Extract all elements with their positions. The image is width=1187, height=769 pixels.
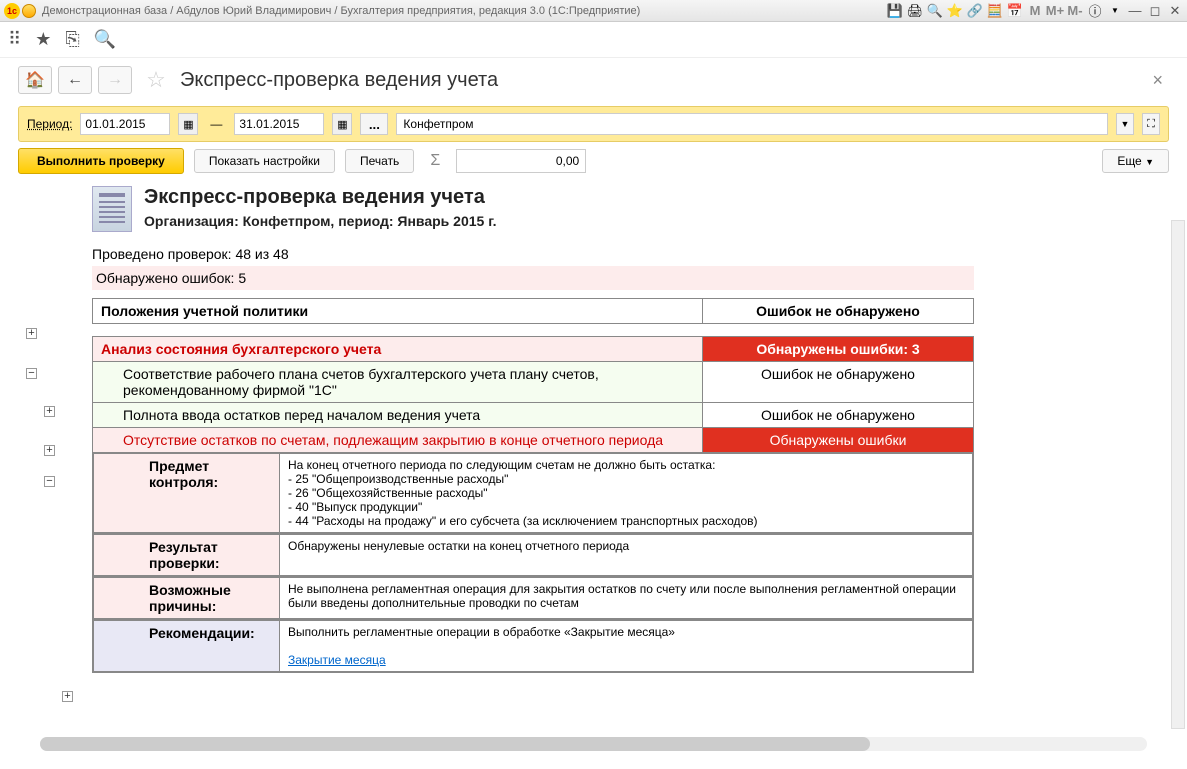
memory-mminus-button[interactable]: M- (1067, 3, 1083, 19)
report-subtitle: Организация: Конфетпром, период: Январь … (144, 213, 497, 229)
detail-text: Не выполнена регламентная операция для з… (280, 578, 973, 619)
section-status: Ошибок не обнаружено (703, 299, 974, 324)
tree-column: + − + + − + (18, 186, 88, 673)
back-button[interactable]: ← (58, 66, 92, 94)
date-from-picker-icon[interactable]: ▦ (178, 113, 198, 135)
print-icon[interactable]: 🖨 (907, 3, 923, 19)
checks-done-text: Проведено проверок: 48 из 48 (92, 242, 1169, 266)
star-icon[interactable]: ★ (35, 29, 51, 50)
titlebar-text: Демонстрационная база / Абдулов Юрий Вла… (42, 5, 887, 17)
titlebar: 1c Демонстрационная база / Абдулов Юрий … (0, 0, 1187, 22)
subsection-title: Соответствие рабочего плана счетов бухга… (93, 362, 703, 403)
errors-found-text: Обнаружено ошибок: 5 (92, 266, 974, 290)
memory-m-button[interactable]: M (1027, 3, 1043, 19)
report-table: Положения учетной политики Ошибок не обн… (92, 298, 974, 324)
apps-icon[interactable]: ⠿ (8, 29, 21, 50)
link-icon[interactable]: 🔗 (967, 3, 983, 19)
section-row[interactable]: Анализ состояния бухгалтерского учета Об… (93, 337, 974, 362)
subsection-status: Обнаружены ошибки (703, 428, 974, 453)
page-header: 🏠 ← → ☆ Экспресс-проверка ведения учета … (18, 66, 1169, 94)
memory-mplus-button[interactable]: M+ (1047, 3, 1063, 19)
expand-button-icon[interactable]: ⛶ (1142, 113, 1160, 135)
calendar-icon[interactable]: 📅 (1007, 3, 1023, 19)
section-title: Анализ состояния бухгалтерского учета (93, 337, 703, 362)
vertical-scrollbar[interactable] (1171, 220, 1185, 729)
maximize-button[interactable]: ◻ (1147, 3, 1163, 19)
subsection-status: Ошибок не обнаружено (703, 362, 974, 403)
calc-icon[interactable]: 🧮 (987, 3, 1003, 19)
detail-label: Предмет контроля: (94, 454, 280, 533)
close-month-link[interactable]: Закрытие месяца (288, 653, 386, 667)
tree-collapse-icon[interactable]: − (26, 368, 37, 379)
subsection-title: Полнота ввода остатков перед началом вед… (93, 403, 703, 428)
date-dash: — (206, 117, 226, 131)
detail-row: Рекомендации: Выполнить регламентные опе… (93, 620, 974, 673)
search-icon[interactable]: 🔍 (94, 29, 116, 50)
report-icon (92, 186, 132, 232)
tree-collapse-icon[interactable]: − (44, 476, 55, 487)
section-title: Положения учетной политики (93, 299, 703, 324)
report-content: Экспресс-проверка ведения учета Организа… (92, 186, 1169, 673)
info-dropdown-icon[interactable]: ▼ (1107, 3, 1123, 19)
subsection-row[interactable]: Отсутствие остатков по счетам, подлежащи… (93, 428, 974, 453)
organization-dropdown-icon[interactable]: ▼ (1116, 113, 1134, 135)
period-label: Период: (27, 117, 72, 131)
detail-row: Возможные причины: Не выполнена регламен… (93, 577, 974, 620)
app-logo-icon: 1c (4, 3, 20, 19)
report-header: Экспресс-проверка ведения учета Организа… (92, 186, 1169, 232)
detail-text: Выполнить регламентные операции в обрабо… (280, 621, 973, 672)
section-status: Обнаружены ошибки: 3 (703, 337, 974, 362)
subsection-status: Ошибок не обнаружено (703, 403, 974, 428)
subsection-title: Отсутствие остатков по счетам, подлежащи… (93, 428, 703, 453)
report-wrapper: + − + + − + Экспресс-проверка ведения уч… (18, 186, 1169, 673)
detail-text: На конец отчетного периода по следующим … (280, 454, 973, 533)
run-check-button[interactable]: Выполнить проверку (18, 148, 184, 174)
date-to-input[interactable] (234, 113, 324, 135)
detail-row: Результат проверки: Обнаружены ненулевые… (93, 534, 974, 577)
sum-input[interactable] (456, 149, 586, 173)
detail-label: Возможные причины: (94, 578, 280, 619)
subsection-row[interactable]: Соответствие рабочего плана счетов бухга… (93, 362, 974, 403)
tree-expand-icon[interactable]: + (44, 406, 55, 417)
close-window-button[interactable]: ✕ (1167, 3, 1183, 19)
report-title: Экспресс-проверка ведения учета (144, 186, 497, 209)
detail-text: Обнаружены ненулевые остатки на конец от… (280, 535, 973, 576)
chevron-down-icon: ▼ (1145, 157, 1154, 167)
titlebar-actions: 💾 🖨 🔍 ⭐ 🔗 🧮 📅 M M+ M- ⓘ ▼ — ◻ ✕ (887, 3, 1183, 19)
detail-row: Предмет контроля: На конец отчетного пер… (93, 453, 974, 534)
show-settings-button[interactable]: Показать настройки (194, 149, 335, 173)
forward-button[interactable]: → (98, 66, 132, 94)
horizontal-scrollbar[interactable] (40, 737, 1147, 751)
titlebar-dropdown-icon[interactable] (22, 4, 36, 18)
minimize-button[interactable]: — (1127, 3, 1143, 19)
close-page-button[interactable]: × (1146, 70, 1169, 91)
tree-expand-icon[interactable]: + (44, 445, 55, 456)
main-toolbar: ⠿ ★ ⎘ 🔍 (0, 22, 1187, 58)
period-select-button[interactable]: ... (360, 113, 388, 135)
date-to-picker-icon[interactable]: ▦ (332, 113, 352, 135)
print-button[interactable]: Печать (345, 149, 414, 173)
detail-label: Результат проверки: (94, 535, 280, 576)
date-from-input[interactable] (80, 113, 170, 135)
page-favorite-icon[interactable]: ☆ (142, 66, 170, 94)
page-title: Экспресс-проверка ведения учета (180, 69, 498, 92)
favorite-icon[interactable]: ⭐ (947, 3, 963, 19)
tree-expand-icon[interactable]: + (62, 691, 73, 702)
save-icon[interactable]: 💾 (887, 3, 903, 19)
home-button[interactable]: 🏠 (18, 66, 52, 94)
report-table: Анализ состояния бухгалтерского учета Об… (92, 336, 974, 673)
info-icon[interactable]: ⓘ (1087, 3, 1103, 19)
tree-expand-icon[interactable]: + (26, 328, 37, 339)
history-icon[interactable]: ⎘ (65, 29, 79, 50)
filter-bar: Период: ▦ — ▦ ... ▼ ⛶ (18, 106, 1169, 142)
scrollbar-thumb[interactable] (40, 737, 870, 751)
preview-icon[interactable]: 🔍 (927, 3, 943, 19)
organization-input[interactable] (396, 113, 1108, 135)
sum-icon[interactable]: Σ (424, 152, 446, 170)
action-bar: Выполнить проверку Показать настройки Пе… (18, 148, 1169, 174)
more-button[interactable]: Еще ▼ (1102, 149, 1169, 173)
section-row[interactable]: Положения учетной политики Ошибок не обн… (93, 299, 974, 324)
detail-label: Рекомендации: (94, 621, 280, 672)
subsection-row[interactable]: Полнота ввода остатков перед началом вед… (93, 403, 974, 428)
